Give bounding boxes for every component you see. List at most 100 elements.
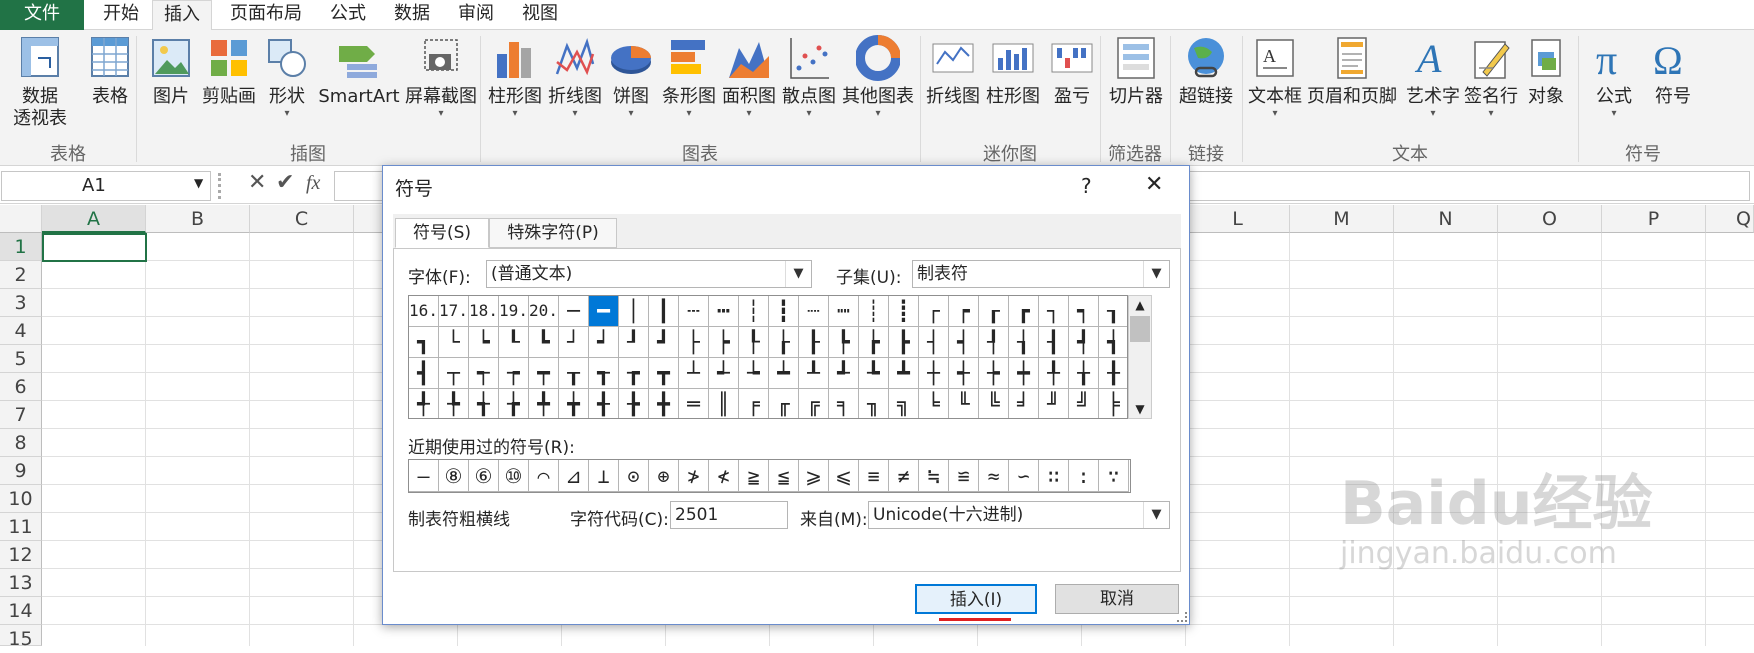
- row-header[interactable]: 1: [0, 233, 42, 261]
- row-header[interactable]: 7: [0, 401, 42, 429]
- symbol-cell[interactable]: ┫: [409, 358, 439, 389]
- symbol-cell[interactable]: ┒: [1099, 296, 1127, 327]
- symbol-cell[interactable]: ┚: [619, 327, 649, 358]
- symbol-cell[interactable]: ╞: [1099, 389, 1127, 418]
- object-button[interactable]: 对象: [1522, 32, 1570, 108]
- symbol-cell[interactable]: ┡: [829, 327, 859, 358]
- scrollbar-thumb[interactable]: [1130, 316, 1150, 342]
- symbol-cell[interactable]: ╛: [1009, 389, 1039, 418]
- symbol-cell[interactable]: ┸: [799, 358, 829, 389]
- active-cell[interactable]: [42, 233, 147, 262]
- chevron-down-icon[interactable]: ▼: [194, 176, 203, 190]
- recent-symbol-cell[interactable]: ⊿: [559, 460, 589, 492]
- symbol-cell[interactable]: ┌: [919, 296, 949, 327]
- select-all-corner[interactable]: [0, 205, 42, 233]
- symbol-cell[interactable]: ┛: [649, 327, 679, 358]
- symbol-cell[interactable]: │: [619, 296, 649, 327]
- tab-home[interactable]: 开始: [90, 0, 152, 30]
- splitter-handle[interactable]: [218, 173, 232, 199]
- symbol-cell[interactable]: ┍: [949, 296, 979, 327]
- tab-insert[interactable]: 插入: [152, 0, 212, 31]
- recent-symbol-cell[interactable]: ≠: [889, 460, 919, 492]
- pie-chart-button[interactable]: 饼图 ▾: [608, 32, 654, 120]
- symbol-cell[interactable]: ┱: [589, 358, 619, 389]
- hyperlink-button[interactable]: 超链接: [1174, 32, 1238, 108]
- tab-view[interactable]: 视图: [512, 0, 568, 30]
- symbol-cell[interactable]: ┏: [1009, 296, 1039, 327]
- symbol-cell[interactable]: ╇: [529, 389, 559, 418]
- tab-special-characters[interactable]: 特殊字符(P): [489, 218, 617, 248]
- symbol-cell[interactable]: ╜: [1039, 389, 1069, 418]
- shapes-button[interactable]: 形状 ▾: [262, 32, 312, 120]
- symbol-cell[interactable]: ╓: [769, 389, 799, 418]
- symbol-cell[interactable]: ━: [589, 296, 619, 327]
- row-header[interactable]: 5: [0, 345, 42, 373]
- symbol-cell[interactable]: ├: [679, 327, 709, 358]
- column-header[interactable]: N: [1394, 205, 1498, 233]
- scroll-up-icon[interactable]: ▲: [1129, 296, 1151, 314]
- column-header[interactable]: P: [1602, 205, 1706, 233]
- symbol-cell[interactable]: ┊: [859, 296, 889, 327]
- symbol-cell[interactable]: ┿: [1009, 358, 1039, 389]
- tab-symbols[interactable]: 符号(S): [395, 218, 489, 248]
- row-header[interactable]: 14: [0, 597, 42, 625]
- symbol-cell[interactable]: ┈: [799, 296, 829, 327]
- symbol-cell[interactable]: ┥: [949, 327, 979, 358]
- recent-symbol-cell[interactable]: ⩽: [829, 460, 859, 492]
- row-header[interactable]: 11: [0, 513, 42, 541]
- symbol-cell[interactable]: ┆: [739, 296, 769, 327]
- symbol-grid-scrollbar[interactable]: ▲ ▼: [1128, 295, 1152, 419]
- symbol-cell[interactable]: ┠: [799, 327, 829, 358]
- row-header[interactable]: 15: [0, 625, 42, 650]
- symbol-cell[interactable]: ╘: [919, 389, 949, 418]
- column-header[interactable]: L: [1186, 205, 1290, 233]
- column-header[interactable]: O: [1498, 205, 1602, 233]
- symbol-cell[interactable]: ┗: [529, 327, 559, 358]
- recent-symbol-cell[interactable]: ∵: [1099, 460, 1129, 492]
- symbol-cell[interactable]: ┮: [499, 358, 529, 389]
- recent-symbol-cell[interactable]: ⑥: [469, 460, 499, 492]
- symbol-cell[interactable]: ┓: [409, 327, 439, 358]
- recent-symbol-cell[interactable]: ⊥: [589, 460, 619, 492]
- symbol-cell[interactable]: ╀: [1039, 358, 1069, 389]
- column-header[interactable]: A: [42, 205, 146, 233]
- symbol-cell[interactable]: 20.: [529, 296, 559, 327]
- symbol-cell[interactable]: ┵: [709, 358, 739, 389]
- column-header[interactable]: C: [250, 205, 354, 233]
- symbol-cell[interactable]: ╈: [559, 389, 589, 418]
- symbol-cell[interactable]: ┳: [649, 358, 679, 389]
- symbol-cell[interactable]: ┴: [679, 358, 709, 389]
- symbol-cell[interactable]: ╁: [1069, 358, 1099, 389]
- recent-symbol-cell[interactable]: —: [409, 460, 439, 492]
- symbol-cell[interactable]: ╋: [649, 389, 679, 418]
- recent-symbol-cell[interactable]: ≦: [769, 460, 799, 492]
- symbol-cell[interactable]: ┺: [859, 358, 889, 389]
- recent-symbol-cell[interactable]: ∷: [1039, 460, 1069, 492]
- symbol-cell[interactable]: ┇: [769, 296, 799, 327]
- symbol-cell[interactable]: ┖: [499, 327, 529, 358]
- symbol-grid[interactable]: 16. 17. 18. 19. 20. ─ ━ │ ┃ ┄ ┅ ┆ ┇ ┈ ┉ ┊ ┋ ┌ ┍ ┎ ┏ ┐ ┑ ┒ ┓ └ ┕ ┖ ┗ ┘…: [408, 295, 1128, 419]
- scatter-chart-button[interactable]: 散点图 ▾: [780, 32, 838, 120]
- clip-art-button[interactable]: 剪贴画: [200, 32, 258, 108]
- row-header[interactable]: 3: [0, 289, 42, 317]
- column-chart-button[interactable]: 柱形图 ▾: [486, 32, 544, 120]
- column-header[interactable]: M: [1290, 205, 1394, 233]
- from-select[interactable]: Unicode(十六进制) ▼: [868, 501, 1170, 529]
- scroll-down-icon[interactable]: ▼: [1129, 400, 1151, 418]
- row-header[interactable]: 13: [0, 569, 42, 597]
- symbol-cell[interactable]: ╙: [949, 389, 979, 418]
- symbol-cell[interactable]: 16.: [409, 296, 439, 327]
- symbol-cell[interactable]: ╉: [589, 389, 619, 418]
- symbol-cell[interactable]: ║: [709, 389, 739, 418]
- row-header[interactable]: 6: [0, 373, 42, 401]
- bar-chart-button[interactable]: 条形图 ▾: [660, 32, 718, 120]
- tab-page-layout[interactable]: 页面布局: [222, 0, 310, 30]
- symbol-cell[interactable]: ┾: [979, 358, 1009, 389]
- column-header[interactable]: Q: [1706, 205, 1754, 233]
- smartart-button[interactable]: SmartArt: [316, 32, 402, 108]
- pivot-table-button[interactable]: 数据 透视表: [4, 32, 76, 130]
- recent-symbol-cell[interactable]: ≡: [859, 460, 889, 492]
- symbol-cell[interactable]: ┰: [559, 358, 589, 389]
- close-button[interactable]: ✕: [1145, 172, 1163, 197]
- symbol-cell[interactable]: ┉: [829, 296, 859, 327]
